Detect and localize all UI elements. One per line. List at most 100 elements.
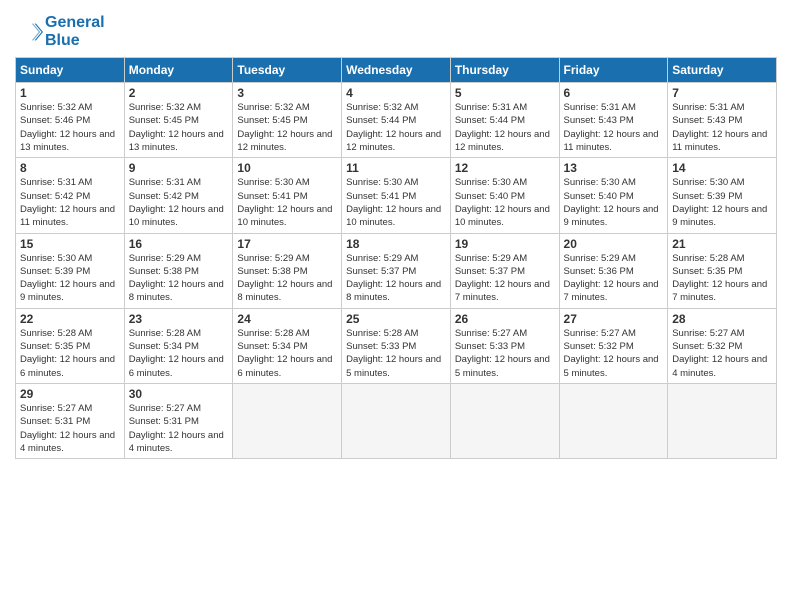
day-number: 10: [237, 161, 337, 175]
sunrise-label: Sunrise: 5:27 AM: [129, 403, 201, 414]
sunrise-label: Sunrise: 5:31 AM: [20, 177, 92, 188]
day-cell-5: 5Sunrise: 5:31 AMSunset: 5:44 PMDaylight…: [450, 83, 559, 158]
sunset-label: Sunset: 5:45 PM: [129, 115, 199, 126]
sunset-label: Sunset: 5:44 PM: [455, 115, 525, 126]
day-number: 16: [129, 237, 229, 251]
day-info: Sunrise: 5:28 AMSunset: 5:34 PMDaylight:…: [129, 327, 229, 380]
day-info: Sunrise: 5:30 AM Sunset: 5:39 PM Daylight:…: [672, 176, 772, 229]
sunset-label: Sunset: 5:46 PM: [20, 115, 90, 126]
day-cell-6: 6Sunrise: 5:31 AMSunset: 5:43 PMDaylight…: [559, 83, 668, 158]
day-info: Sunrise: 5:28 AMSunset: 5:35 PMDaylight:…: [20, 327, 120, 380]
day-cell-26: 26Sunrise: 5:27 AMSunset: 5:33 PMDayligh…: [450, 308, 559, 383]
logo-icon: [15, 18, 43, 46]
daylight-label: Daylight: 12 hours and 9 minutes.: [672, 204, 767, 228]
day-info: Sunrise: 5:31 AMSunset: 5:42 PMDaylight:…: [20, 176, 120, 229]
daylight-label: Daylight: 12 hours and 9 minutes.: [20, 279, 115, 303]
sunrise-label: Sunrise: 5:28 AM: [20, 328, 92, 339]
day-number: 22: [20, 312, 120, 326]
day-number: 11: [346, 161, 446, 175]
day-cell-3: 3Sunrise: 5:32 AMSunset: 5:45 PMDaylight…: [233, 83, 342, 158]
day-number: 23: [129, 312, 229, 326]
sunrise-label: Sunrise: 5:29 AM: [564, 253, 636, 264]
col-header-monday: Monday: [124, 58, 233, 83]
day-cell-27: 27Sunrise: 5:27 AMSunset: 5:32 PMDayligh…: [559, 308, 668, 383]
sunrise-label: Sunrise: 5:32 AM: [346, 102, 418, 113]
col-header-tuesday: Tuesday: [233, 58, 342, 83]
day-info: Sunrise: 5:27 AMSunset: 5:31 PMDaylight:…: [129, 402, 229, 455]
day-cell-18: 18Sunrise: 5:29 AMSunset: 5:37 PMDayligh…: [342, 233, 451, 308]
day-cell-30: 30Sunrise: 5:27 AMSunset: 5:31 PMDayligh…: [124, 383, 233, 458]
day-cell-8: 8Sunrise: 5:31 AMSunset: 5:42 PMDaylight…: [16, 158, 125, 233]
day-number: 26: [455, 312, 555, 326]
daylight-label: Daylight: 12 hours and 11 minutes.: [672, 129, 767, 153]
daylight-label: Daylight: 12 hours and 10 minutes.: [129, 204, 224, 228]
day-info: Sunrise: 5:32 AMSunset: 5:45 PMDaylight:…: [237, 101, 337, 154]
week-row-3: 15Sunrise: 5:30 AMSunset: 5:39 PMDayligh…: [16, 233, 777, 308]
day-info: Sunrise: 5:28 AMSunset: 5:34 PMDaylight:…: [237, 327, 337, 380]
day-number: 15: [20, 237, 120, 251]
day-cell-11: 11Sunrise: 5:30 AMSunset: 5:41 PMDayligh…: [342, 158, 451, 233]
sunset-label: Sunset: 5:34 PM: [129, 341, 199, 352]
day-cell-25: 25Sunrise: 5:28 AMSunset: 5:33 PMDayligh…: [342, 308, 451, 383]
sunrise-label: Sunrise: 5:31 AM: [672, 102, 744, 113]
daylight-label: Daylight: 12 hours and 8 minutes.: [129, 279, 224, 303]
daylight-label: Daylight: 12 hours and 10 minutes.: [346, 204, 441, 228]
header: General Blue: [15, 10, 777, 49]
sunrise-label: Sunrise: 5:30 AM: [672, 177, 744, 188]
day-cell-19: 19Sunrise: 5:29 AMSunset: 5:37 PMDayligh…: [450, 233, 559, 308]
day-number: 1: [20, 86, 120, 100]
daylight-label: Daylight: 12 hours and 10 minutes.: [455, 204, 550, 228]
day-number: 20: [564, 237, 664, 251]
sunrise-label: Sunrise: 5:29 AM: [455, 253, 527, 264]
day-info: Sunrise: 5:31 AMSunset: 5:43 PMDaylight:…: [564, 101, 664, 154]
sunset-label: Sunset: 5:38 PM: [129, 266, 199, 277]
sunrise-label: Sunrise: 5:30 AM: [346, 177, 418, 188]
day-info: Sunrise: 5:28 AMSunset: 5:35 PMDaylight:…: [672, 252, 772, 305]
day-cell-14: 14Sunrise: 5:30 AMSunset: 5:39 PMDayligh…: [668, 158, 777, 233]
day-number: 2: [129, 86, 229, 100]
day-number: 30: [129, 387, 229, 401]
sunset-label: Sunset: 5:41 PM: [237, 191, 307, 202]
daylight-label: Daylight: 12 hours and 9 minutes.: [564, 204, 659, 228]
day-cell-17: 17Sunrise: 5:29 AMSunset: 5:38 PMDayligh…: [233, 233, 342, 308]
sunset-label: Sunset: 5:39 PM: [672, 191, 742, 202]
day-info: Sunrise: 5:30 AMSunset: 5:41 PMDaylight:…: [346, 176, 446, 229]
week-row-2: 8Sunrise: 5:31 AMSunset: 5:42 PMDaylight…: [16, 158, 777, 233]
week-row-4: 22Sunrise: 5:28 AMSunset: 5:35 PMDayligh…: [16, 308, 777, 383]
day-number: 6: [564, 86, 664, 100]
sunset-label: Sunset: 5:33 PM: [346, 341, 416, 352]
day-number: 13: [564, 161, 664, 175]
day-info: Sunrise: 5:32 AMSunset: 5:44 PMDaylight:…: [346, 101, 446, 154]
col-header-thursday: Thursday: [450, 58, 559, 83]
day-number: 4: [346, 86, 446, 100]
sunrise-label: Sunrise: 5:31 AM: [129, 177, 201, 188]
sunrise-label: Sunrise: 5:30 AM: [564, 177, 636, 188]
day-cell-28: 28Sunrise: 5:27 AMSunset: 5:32 PMDayligh…: [668, 308, 777, 383]
sunset-label: Sunset: 5:42 PM: [129, 191, 199, 202]
day-cell-7: 7Sunrise: 5:31 AMSunset: 5:43 PMDaylight…: [668, 83, 777, 158]
sunset-label: Sunset: 5:42 PM: [20, 191, 90, 202]
day-cell-9: 9 Sunrise: 5:31 AM Sunset: 5:42 PM Daylight…: [124, 158, 233, 233]
day-info: Sunrise: 5:30 AMSunset: 5:40 PMDaylight:…: [455, 176, 555, 229]
sunrise-label: Sunrise: 5:30 AM: [455, 177, 527, 188]
sunrise-label: Sunrise: 5:30 AM: [20, 253, 92, 264]
day-cell-20: 20Sunrise: 5:29 AMSunset: 5:36 PMDayligh…: [559, 233, 668, 308]
sunset-label: Sunset: 5:43 PM: [672, 115, 742, 126]
sunset-label: Sunset: 5:43 PM: [564, 115, 634, 126]
daylight-label: Daylight: 12 hours and 8 minutes.: [237, 279, 332, 303]
day-info: Sunrise: 5:27 AMSunset: 5:32 PMDaylight:…: [564, 327, 664, 380]
day-cell-29: 29Sunrise: 5:27 AMSunset: 5:31 PMDayligh…: [16, 383, 125, 458]
day-number: 9: [129, 161, 229, 175]
empty-cell: [559, 383, 668, 458]
daylight-label: Daylight: 12 hours and 12 minutes.: [455, 129, 550, 153]
day-info: Sunrise: 5:30 AMSunset: 5:39 PMDaylight:…: [20, 252, 120, 305]
empty-cell: [233, 383, 342, 458]
day-info: Sunrise: 5:29 AMSunset: 5:37 PMDaylight:…: [455, 252, 555, 305]
sunrise-label: Sunrise: 5:28 AM: [672, 253, 744, 264]
daylight-label: Daylight: 12 hours and 8 minutes.: [346, 279, 441, 303]
day-cell-24: 24Sunrise: 5:28 AMSunset: 5:34 PMDayligh…: [233, 308, 342, 383]
daylight-label: Daylight: 12 hours and 11 minutes.: [564, 129, 659, 153]
day-info: Sunrise: 5:31 AM Sunset: 5:43 PM Daylight:…: [672, 101, 772, 154]
sunrise-label: Sunrise: 5:27 AM: [20, 403, 92, 414]
day-cell-10: 10Sunrise: 5:30 AMSunset: 5:41 PMDayligh…: [233, 158, 342, 233]
